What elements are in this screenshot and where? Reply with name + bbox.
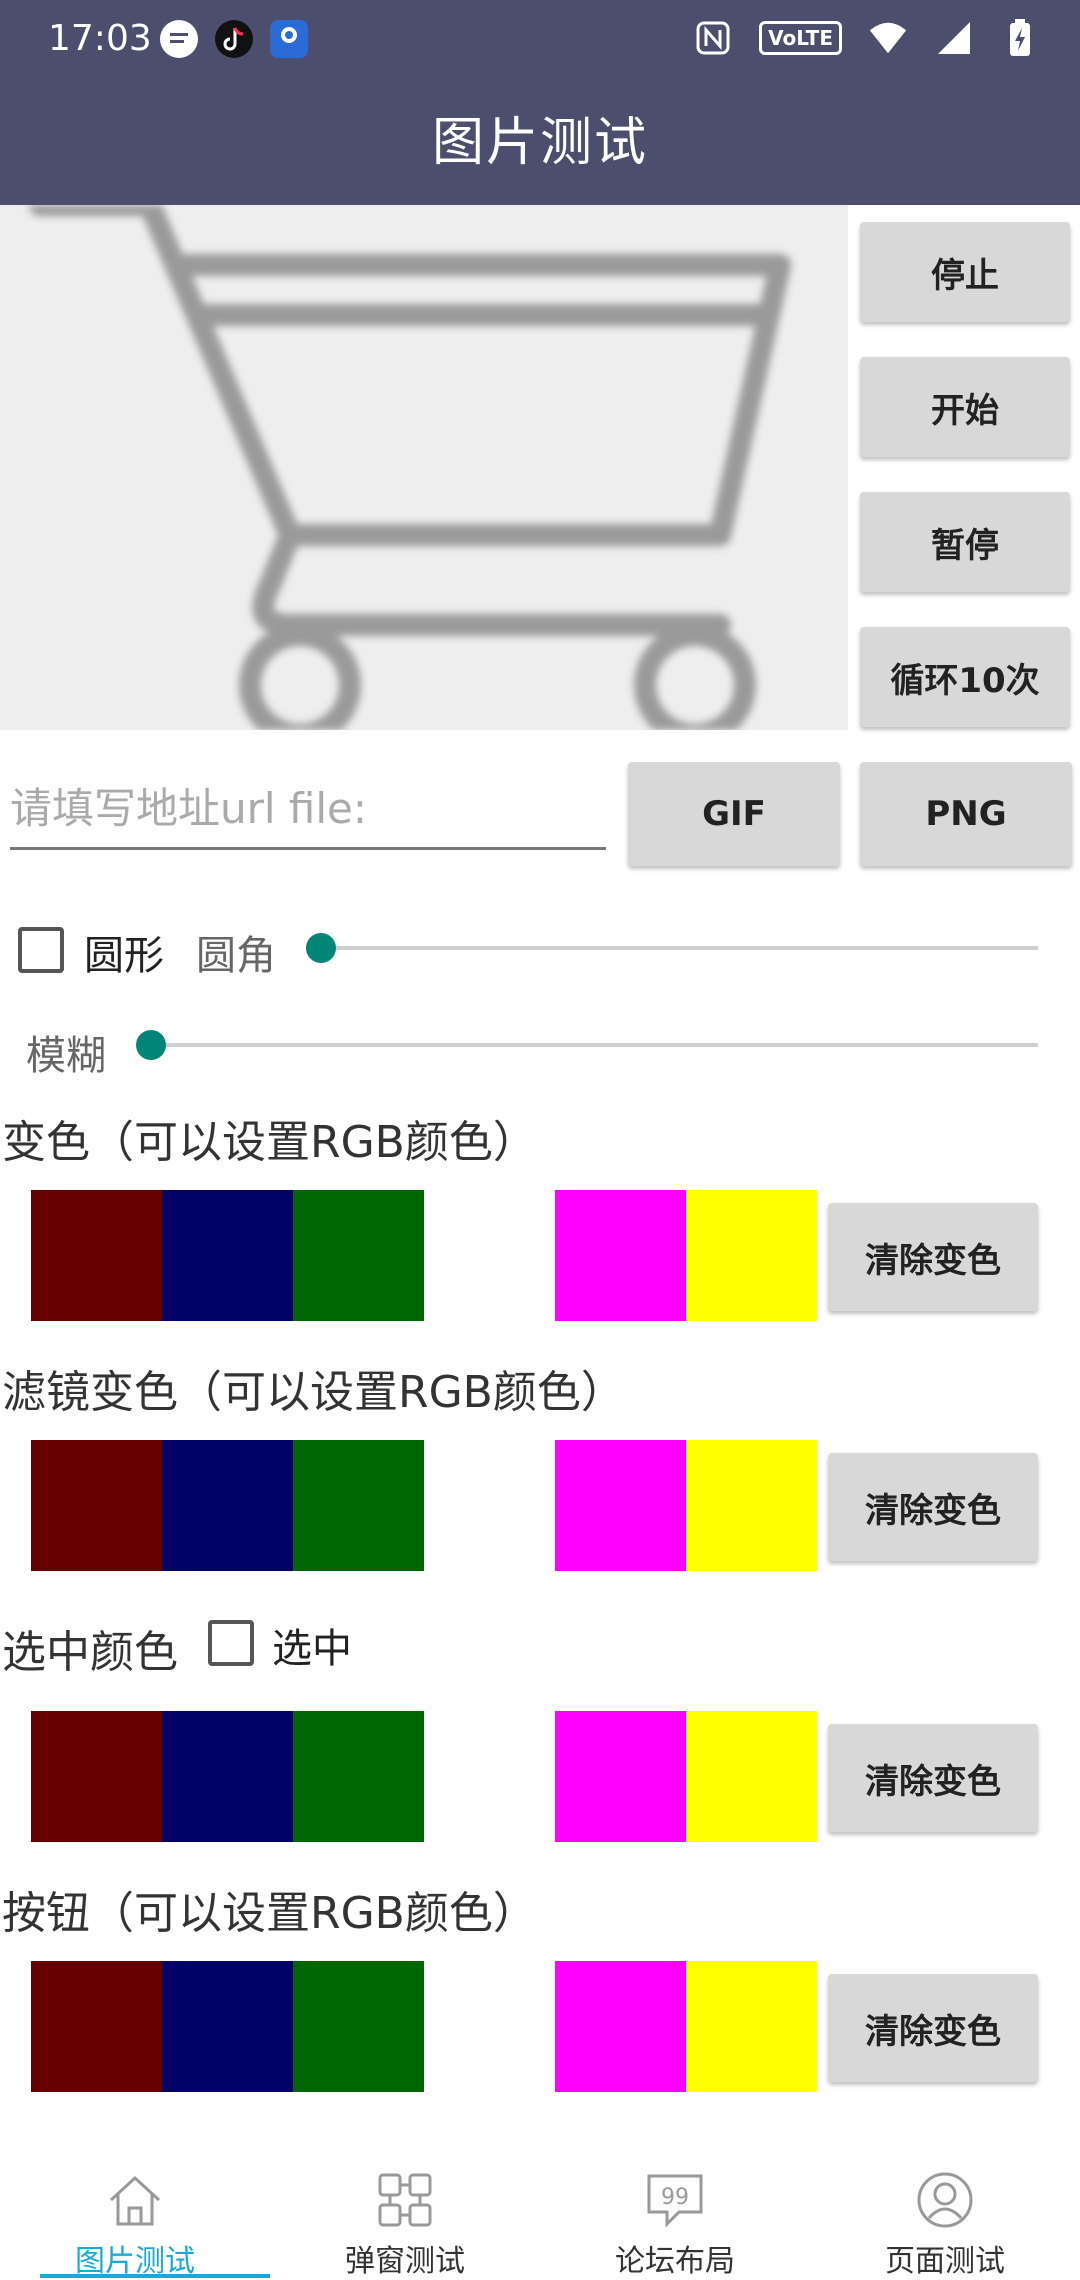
nfc-icon xyxy=(693,18,733,58)
swatch-dark-red[interactable] xyxy=(31,1961,162,2092)
status-right-icons: VoLTE xyxy=(693,18,1040,58)
swatch-dark-red[interactable] xyxy=(31,1711,162,1842)
user-icon xyxy=(917,2172,973,2228)
circle-checkbox[interactable] xyxy=(18,927,64,973)
image-preview xyxy=(0,205,848,730)
clear-filter-tint-button[interactable]: 清除变色 xyxy=(828,1453,1038,1561)
swatch-magenta[interactable] xyxy=(555,1961,686,2092)
pause-button[interactable]: 暂停 xyxy=(860,492,1070,592)
swatch-dark-green[interactable] xyxy=(293,1711,424,1842)
swatch-dark-red[interactable] xyxy=(31,1190,162,1321)
section-title-selected-color: 选中颜色 xyxy=(2,1627,178,1678)
status-time: 17:03 xyxy=(48,18,152,59)
swatch-dark-blue[interactable] xyxy=(162,1190,293,1321)
swatch-yellow[interactable] xyxy=(686,1961,817,2092)
page-title: 图片测试 xyxy=(431,113,648,173)
nav-item-dialog-test[interactable]: 弹窗测试 xyxy=(270,2140,540,2280)
message-bubble-icon xyxy=(160,20,198,58)
swatch-yellow[interactable] xyxy=(686,1711,817,1842)
wifi-icon xyxy=(868,18,908,58)
swatch-dark-green[interactable] xyxy=(293,1961,424,2092)
svg-text:99: 99 xyxy=(661,2185,689,2210)
swatch-yellow[interactable] xyxy=(686,1440,817,1571)
swatch-dark-green[interactable] xyxy=(293,1440,424,1571)
volte-icon: VoLTE xyxy=(759,21,842,55)
bottom-navigation: 图片测试 弹窗测试 99 论坛布局 页面测试 xyxy=(0,2140,1080,2280)
clear-selected-color-button[interactable]: 清除变色 xyxy=(828,1724,1038,1832)
png-button[interactable]: PNG xyxy=(860,762,1072,866)
app-badge-icon xyxy=(270,20,308,58)
battery-charging-icon xyxy=(1000,18,1040,58)
swatch-magenta[interactable] xyxy=(555,1440,686,1571)
top-bar: 17:03 VoLTE 图片测试 xyxy=(0,0,1080,205)
url-input[interactable] xyxy=(10,770,606,850)
shopping-cart-icon xyxy=(29,205,791,730)
swatch-dark-blue[interactable] xyxy=(162,1711,293,1842)
nav-active-indicator xyxy=(40,2274,270,2278)
loop-10-button[interactable]: 循环10次 xyxy=(860,627,1070,727)
tiktok-icon xyxy=(215,20,253,58)
signal-icon xyxy=(934,18,974,58)
chat-quote-icon: 99 xyxy=(647,2174,703,2228)
nav-label: 论坛布局 xyxy=(615,2244,735,2279)
nav-item-forum-layout[interactable]: 99 论坛布局 xyxy=(540,2140,810,2280)
swatch-dark-blue[interactable] xyxy=(162,1440,293,1571)
swatch-magenta[interactable] xyxy=(555,1190,686,1321)
corner-slider[interactable] xyxy=(320,946,1038,950)
blur-label: 模糊 xyxy=(26,1033,106,1079)
swatch-dark-blue[interactable] xyxy=(162,1961,293,2092)
blur-slider-thumb[interactable] xyxy=(136,1030,166,1060)
circle-label: 圆形 xyxy=(84,933,164,979)
corner-label: 圆角 xyxy=(196,933,276,979)
stop-button[interactable]: 停止 xyxy=(860,222,1070,322)
nav-item-page-test[interactable]: 页面测试 xyxy=(810,2140,1080,2280)
section-title-tint: 变色（可以设置RGB颜色） xyxy=(2,1117,537,1168)
clear-button-color-button[interactable]: 清除变色 xyxy=(828,1974,1038,2082)
corner-slider-thumb[interactable] xyxy=(306,933,336,963)
selected-checkbox[interactable] xyxy=(208,1620,254,1666)
nav-label: 弹窗测试 xyxy=(345,2244,465,2279)
swatch-dark-red[interactable] xyxy=(31,1440,162,1571)
swatch-yellow[interactable] xyxy=(686,1190,817,1321)
swatch-magenta[interactable] xyxy=(555,1711,686,1842)
grid-icon xyxy=(378,2173,432,2227)
status-bar: 17:03 VoLTE xyxy=(0,0,1080,80)
home-icon xyxy=(109,2175,161,2226)
blur-slider[interactable] xyxy=(150,1043,1038,1047)
selected-checkbox-label: 选中 xyxy=(272,1626,352,1672)
swatch-dark-green[interactable] xyxy=(293,1190,424,1321)
gif-button[interactable]: GIF xyxy=(628,762,840,866)
section-title-filter-tint: 滤镜变色（可以设置RGB颜色） xyxy=(2,1367,625,1418)
start-button[interactable]: 开始 xyxy=(860,357,1070,457)
nav-item-image-test[interactable]: 图片测试 xyxy=(0,2140,270,2280)
nav-label: 页面测试 xyxy=(885,2244,1005,2279)
clear-tint-button[interactable]: 清除变色 xyxy=(828,1203,1038,1311)
section-title-button-color: 按钮（可以设置RGB颜色） xyxy=(2,1888,537,1939)
